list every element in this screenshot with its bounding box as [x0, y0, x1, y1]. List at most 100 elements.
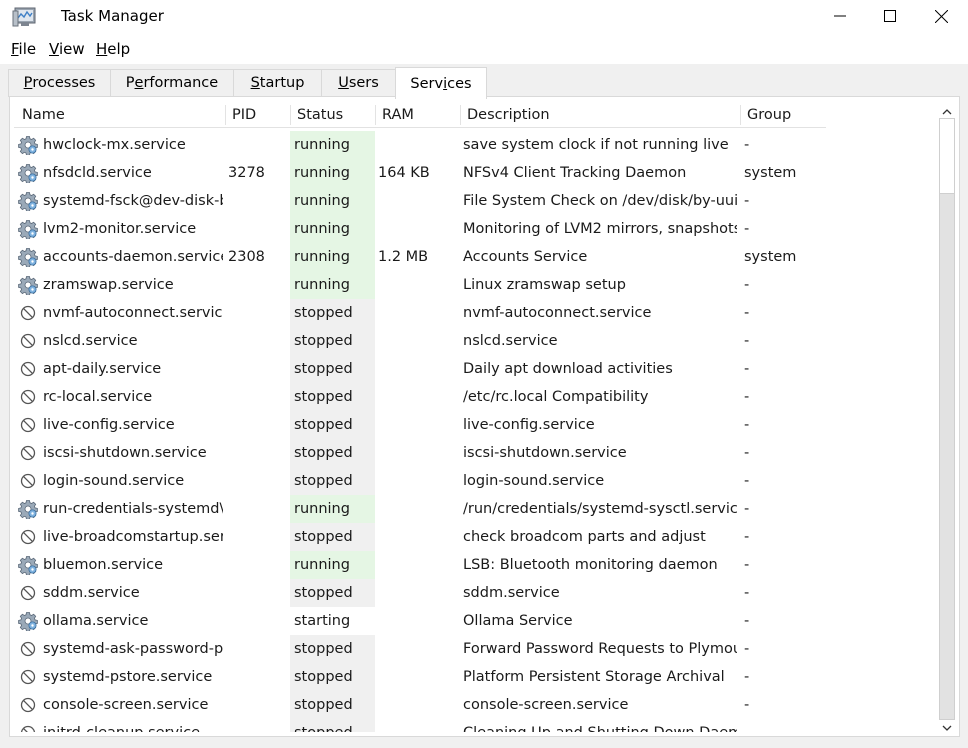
service-group: -	[744, 193, 750, 209]
service-name: initrd-cleanup.service	[43, 719, 223, 732]
table-row[interactable]: systemd-ask-password-plym stopped Forward …	[10, 635, 935, 663]
table-row[interactable]: systemd-pstore.service stopped Platform Pe…	[10, 663, 935, 691]
column-header-ram[interactable]: RAM	[382, 107, 414, 123]
service-name: login-sound.service	[43, 473, 185, 489]
table-row[interactable]: accounts-daemon.service 2308 running 1.2 MB…	[10, 243, 935, 271]
column-header-description[interactable]: Description	[467, 107, 550, 123]
tab-users[interactable]: Users	[321, 69, 396, 97]
tab-processes[interactable]: Processes	[8, 69, 111, 97]
vertical-scrollbar[interactable]	[938, 105, 956, 732]
service-name: systemd-pstore.service	[43, 669, 213, 685]
table-row[interactable]: login-sound.service stopped login-sound.se…	[10, 467, 935, 495]
table-row[interactable]: nvmf-autoconnect.service stopped nvmf-auto…	[10, 299, 935, 327]
minimize-button[interactable]	[815, 0, 865, 32]
maximize-icon	[884, 10, 896, 22]
column-header-status[interactable]: Status	[297, 107, 343, 123]
tab-startup[interactable]: Startup	[233, 69, 322, 97]
service-name: live-config.service	[43, 417, 175, 433]
column-divider[interactable]	[375, 105, 376, 125]
service-name: sddm.service	[43, 585, 140, 601]
table-row[interactable]: hwclock-mx.service running save system clo…	[10, 131, 935, 159]
table-row[interactable]: live-broadcomstartup.servi stopped check b…	[10, 523, 935, 551]
service-group: -	[744, 417, 750, 433]
service-group: -	[744, 361, 750, 377]
scroll-up-icon[interactable]	[942, 105, 952, 115]
service-pid	[228, 579, 288, 607]
service-name: apt-daily.service	[43, 361, 162, 377]
table-row[interactable]: nslcd.service stopped nslcd.service -	[10, 327, 935, 355]
service-name: systemd-fsck@dev-disk-by\x2	[43, 193, 223, 209]
table-row[interactable]: bluemon.service running LSB: Bluetooth mon…	[10, 551, 935, 579]
service-status: running	[290, 187, 375, 215]
table-row[interactable]: run-credentials-systemd\x2 running/run/cr…	[10, 495, 935, 523]
tab-performance[interactable]: Pe rformance	[110, 69, 234, 97]
column-divider[interactable]	[740, 105, 741, 125]
table-row[interactable]: zramswap.service running Linux zramswap se…	[10, 271, 935, 299]
service-group: -	[744, 305, 750, 321]
service-name: nslcd.service	[43, 333, 138, 349]
service-ram	[378, 467, 458, 495]
service-ram: 164 KB	[378, 165, 430, 181]
menu-file[interactable]: File	[11, 40, 36, 58]
scrollbar-thumb[interactable]	[940, 193, 954, 719]
service-description: Accounts Service	[463, 249, 588, 265]
service-status: starting	[290, 607, 375, 635]
close-button[interactable]	[916, 0, 966, 32]
service-description: iscsi-shutdown.service	[463, 445, 627, 461]
stopped-icon	[18, 303, 40, 323]
service-group: -	[744, 669, 750, 685]
service-description: LSB: Bluetooth monitoring daemon	[463, 557, 718, 573]
service-pid	[228, 635, 288, 663]
table-row[interactable]: rc-local.service stopped/etc/rc.local Com…	[10, 383, 935, 411]
table-row[interactable]: initrd-cleanup.service stopped Cleaning Up…	[10, 719, 935, 732]
table-row[interactable]: systemd-fsck@dev-disk-by\x2 running File S…	[10, 187, 935, 215]
column-divider[interactable]	[225, 105, 226, 125]
menu-view[interactable]: View	[49, 40, 85, 58]
service-status: running	[290, 131, 375, 159]
service-ram	[378, 187, 458, 215]
service-pid	[228, 383, 288, 411]
service-description: check broadcom parts and adjust	[463, 529, 706, 545]
service-ram	[378, 299, 458, 327]
service-status: stopped	[290, 523, 375, 551]
service-description: Platform Persistent Storage Archival	[463, 669, 725, 685]
stopped-icon	[18, 387, 40, 407]
table-row[interactable]: ollama.service starting Ollama Service -	[10, 607, 935, 635]
maximize-button[interactable]	[865, 0, 915, 32]
service-name: systemd-ask-password-plym	[43, 641, 223, 657]
table-row[interactable]: console-screen.service stopped console-scr…	[10, 691, 935, 719]
scrollbar-track[interactable]	[939, 118, 955, 720]
service-pid	[228, 299, 288, 327]
table-header: Name PID Status RAM Description Group	[14, 103, 826, 128]
service-pid	[228, 271, 288, 299]
service-status: stopped	[290, 355, 375, 383]
tab-services[interactable]: Serv i ces	[395, 67, 487, 99]
service-pid	[228, 439, 288, 467]
scroll-down-icon[interactable]	[942, 721, 952, 731]
gear-icon	[18, 499, 40, 519]
table-row[interactable]: lvm2-monitor.service running Monitoring of…	[10, 215, 935, 243]
column-header-group[interactable]: Group	[747, 107, 791, 123]
menu-help[interactable]: Help	[96, 40, 130, 58]
service-status: stopped	[290, 663, 375, 691]
table-row[interactable]: iscsi-shutdown.service stopped iscsi-shutd…	[10, 439, 935, 467]
column-divider[interactable]	[460, 105, 461, 125]
column-divider[interactable]	[290, 105, 291, 125]
table-row[interactable]: live-config.service stopped live-config.se…	[10, 411, 935, 439]
service-status: running	[290, 159, 375, 187]
service-pid	[228, 131, 288, 159]
table-row[interactable]: sddm.service stopped sddm.service -	[10, 579, 935, 607]
service-status: stopped	[290, 579, 375, 607]
service-ram	[378, 355, 458, 383]
service-ram	[378, 551, 458, 579]
close-icon	[934, 9, 948, 23]
service-group: -	[744, 697, 750, 713]
column-header-name[interactable]: Name	[22, 107, 65, 123]
service-group: -	[744, 613, 750, 629]
task-manager-icon	[12, 5, 38, 29]
table-row[interactable]: apt-daily.service stopped Daily apt downlo…	[10, 355, 935, 383]
service-group: -	[744, 333, 750, 349]
column-header-pid[interactable]: PID	[232, 107, 256, 123]
service-description: login-sound.service	[463, 473, 605, 489]
table-row[interactable]: nfsdcld.service 3278 running 164 KB NFSv4 Cl…	[10, 159, 935, 187]
